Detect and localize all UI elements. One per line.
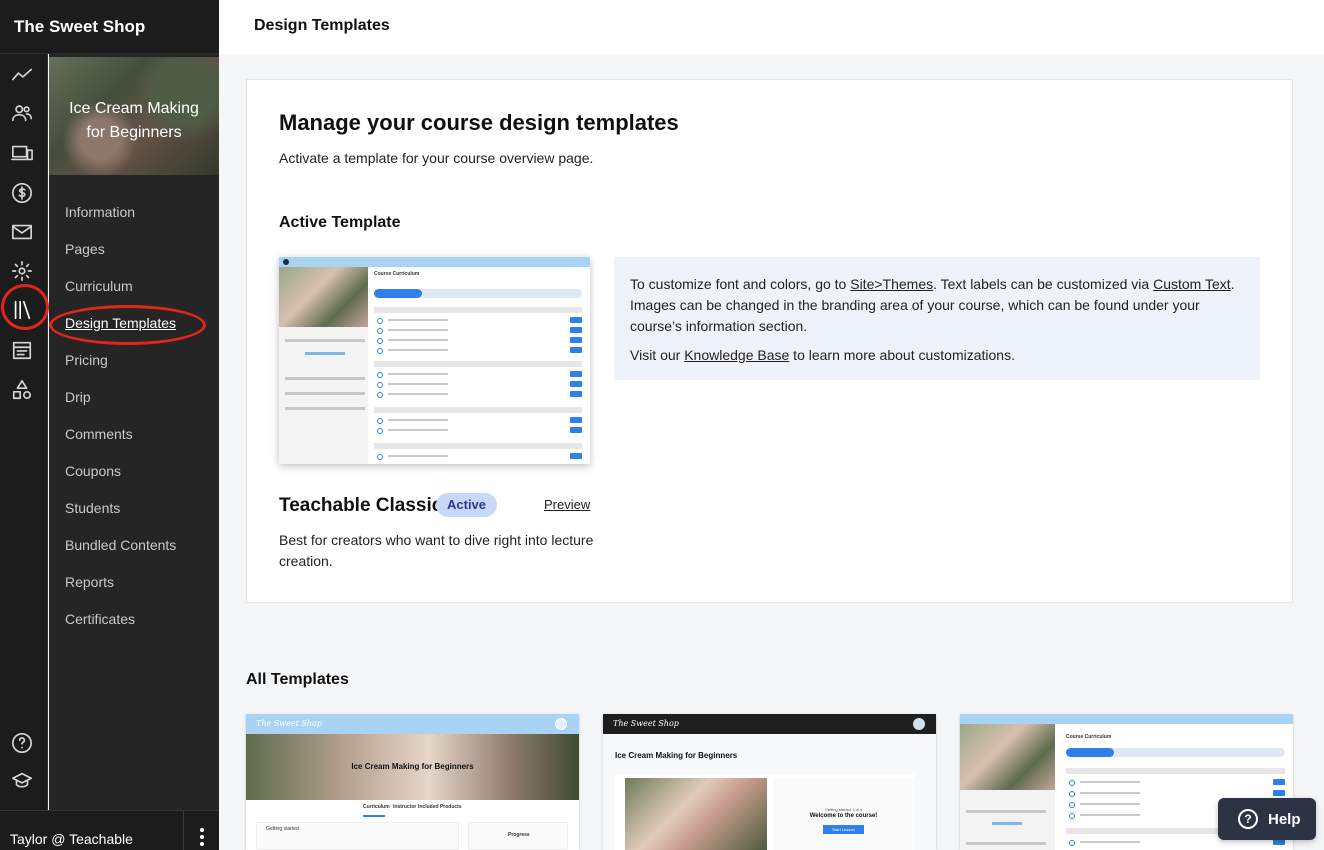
active-template-description: Best for creators who want to dive right… bbox=[279, 532, 594, 569]
main-subheading: Activate a template for your course over… bbox=[279, 150, 594, 166]
template-card-1[interactable]: The Sweet Shop Ice Cream Making for Begi… bbox=[246, 714, 579, 850]
thumb-getting-started-1: Getting started bbox=[266, 826, 299, 832]
thumb-getting-started-count: Getting started 1 of 4 bbox=[824, 807, 863, 812]
users-icon[interactable] bbox=[10, 101, 34, 125]
custom-text-link[interactable]: Custom Text bbox=[1153, 276, 1231, 292]
main-heading: Manage your course design templates bbox=[279, 110, 679, 135]
active-template-heading: Active Template bbox=[279, 214, 401, 231]
thumb-tab-instructor: Instructor bbox=[393, 804, 417, 810]
knowledge-base-link[interactable]: Knowledge Base bbox=[684, 347, 789, 363]
nav-information[interactable]: Information bbox=[65, 204, 176, 241]
page-title: Design Templates bbox=[254, 17, 390, 34]
help-button[interactable]: ? Help bbox=[1218, 798, 1316, 840]
thumb-shop-name-2: The Sweet Shop bbox=[613, 719, 679, 728]
templates-card: Manage your course design templates Acti… bbox=[246, 79, 1293, 603]
site-themes-link[interactable]: Site>Themes bbox=[850, 276, 933, 292]
thumb-start-lesson: Start Lesson bbox=[823, 825, 864, 834]
user-bar: Taylor @ Teachable bbox=[0, 810, 219, 850]
thumb-course-title-1: Ice Cream Making for Beginners bbox=[351, 762, 474, 771]
thumb-tab-curriculum: Curriculum bbox=[363, 804, 390, 810]
nav-certificates[interactable]: Certificates bbox=[65, 611, 176, 648]
gear-icon[interactable] bbox=[10, 259, 34, 283]
school-name[interactable]: The Sweet Shop bbox=[0, 0, 219, 54]
nav-pages[interactable]: Pages bbox=[65, 241, 176, 278]
help-label: Help bbox=[1268, 810, 1301, 828]
nav-coupons[interactable]: Coupons bbox=[65, 463, 176, 500]
thumb-progress: Progress bbox=[508, 832, 530, 838]
nav-bundled-contents[interactable]: Bundled Contents bbox=[65, 537, 176, 574]
library-icon[interactable] bbox=[10, 298, 34, 322]
devices-icon[interactable] bbox=[10, 141, 34, 165]
dollar-icon[interactable] bbox=[10, 181, 34, 205]
active-template-thumbnail[interactable]: Course Curriculum bbox=[279, 257, 590, 464]
mail-icon[interactable] bbox=[10, 220, 34, 244]
calendar-icon[interactable] bbox=[10, 338, 34, 362]
thumb-course-curriculum: Course Curriculum bbox=[374, 271, 420, 277]
chart-line-icon[interactable] bbox=[10, 63, 34, 87]
course-subnav: Ice Cream Making for Beginners Informati… bbox=[49, 54, 219, 810]
template-card-2[interactable]: The Sweet Shop Ice Cream Making for Begi… bbox=[603, 714, 936, 850]
thumb-tab-included-products: Included Products bbox=[418, 804, 462, 810]
nav-reports[interactable]: Reports bbox=[65, 574, 176, 611]
course-nav-list: Information Pages Curriculum Design Temp… bbox=[65, 204, 176, 648]
graduation-cap-icon[interactable] bbox=[10, 769, 34, 793]
shapes-icon[interactable] bbox=[10, 378, 34, 402]
top-bar: Design Templates bbox=[219, 0, 1324, 54]
icon-rail bbox=[0, 54, 49, 810]
thumb-course-curriculum-3: Course Curriculum bbox=[1066, 734, 1112, 740]
nav-comments[interactable]: Comments bbox=[65, 426, 176, 463]
nav-drip[interactable]: Drip bbox=[65, 389, 176, 426]
user-name[interactable]: Taylor @ Teachable bbox=[10, 831, 133, 847]
active-status-badge: Active bbox=[436, 493, 498, 517]
nav-pricing[interactable]: Pricing bbox=[65, 352, 176, 389]
customization-info-box: To customize font and colors, go to Site… bbox=[614, 257, 1260, 380]
thumb-welcome: Welcome to the course! bbox=[809, 813, 878, 819]
nav-design-templates[interactable]: Design Templates bbox=[65, 315, 176, 352]
question-icon: ? bbox=[1238, 809, 1258, 829]
info-paragraph-2: Visit our Knowledge Base to learn more a… bbox=[630, 347, 1015, 363]
nav-curriculum[interactable]: Curriculum bbox=[65, 278, 176, 315]
help-circle-icon[interactable] bbox=[10, 731, 34, 755]
info-paragraph-1: To customize font and colors, go to Site… bbox=[630, 276, 1235, 334]
active-template-name: Teachable Classic bbox=[279, 495, 443, 516]
course-hero-image: Ice Cream Making for Beginners bbox=[49, 57, 219, 175]
all-templates-heading: All Templates bbox=[246, 671, 349, 688]
course-title: Ice Cream Making for Beginners bbox=[69, 100, 199, 141]
kebab-menu-icon[interactable] bbox=[183, 811, 219, 850]
thumb-shop-name-1: The Sweet Shop bbox=[256, 719, 322, 728]
preview-link[interactable]: Preview bbox=[544, 497, 590, 512]
thumb-course-title-2: Ice Cream Making for Beginners bbox=[615, 751, 738, 760]
nav-students[interactable]: Students bbox=[65, 500, 176, 537]
